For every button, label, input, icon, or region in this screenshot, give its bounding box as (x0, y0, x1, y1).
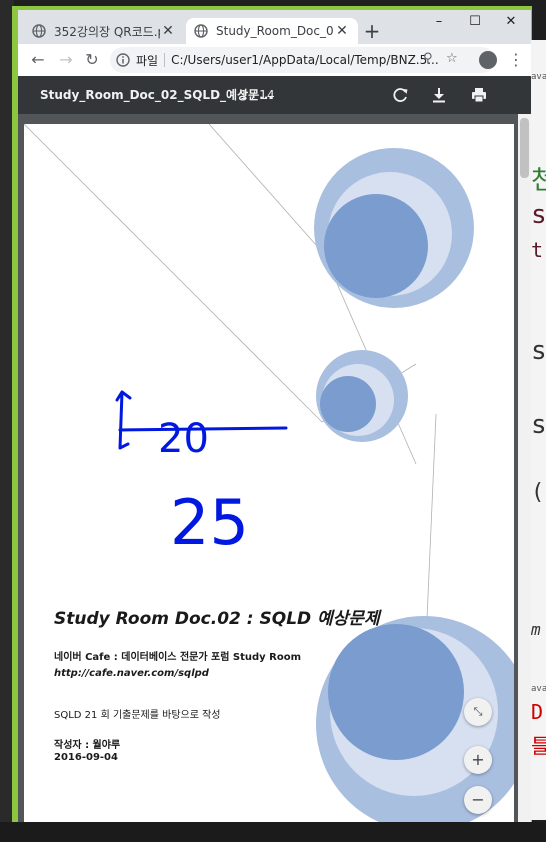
document-title: Study Room Doc.02 : SQLD 예상문제 (54, 609, 380, 629)
document-note: SQLD 21 회 기출문제를 바탕으로 작성 (54, 710, 221, 721)
tab-title: Study_Room_Doc_02_SQLD (216, 24, 334, 38)
deco-line (24, 124, 323, 423)
new-tab-button[interactable]: + (360, 19, 384, 43)
deco-line (208, 124, 325, 255)
document-link[interactable]: http://cafe.naver.com/sqlpd (54, 668, 209, 679)
bg-fragment: ava (531, 684, 546, 694)
rotate-icon[interactable] (391, 85, 411, 105)
document-date: 2016-09-04 (54, 752, 118, 763)
taskbar (0, 822, 546, 842)
globe-icon (194, 24, 208, 38)
deco-circle (324, 194, 428, 298)
ink-bracket-stroke (115, 390, 132, 450)
reload-button[interactable]: ↻ (80, 48, 104, 72)
document-subtitle: 네이버 Cafe : 데이터베이스 전문가 포럼 Study Room (54, 652, 302, 663)
bg-fragment: t (531, 238, 544, 262)
bg-fragment: su (531, 200, 546, 230)
ink-annotation: 20 25 (115, 390, 288, 559)
address-url: C:/Users/user1/AppData/Local/Temp/BNZ.5.… (171, 53, 439, 67)
profile-avatar[interactable] (479, 51, 497, 69)
zoom-in-button[interactable]: + (464, 746, 492, 774)
bookmark-star-icon[interactable]: ☆ (446, 51, 458, 66)
print-icon[interactable] (469, 85, 489, 105)
scrollbar-thumb[interactable] (520, 118, 529, 178)
address-bar[interactable]: 파일 C:/Users/user1/AppData/Local/Temp/BNZ… (110, 47, 495, 73)
close-window-button[interactable]: ✕ (496, 12, 526, 32)
document-author: 작성자 : 월야루 (54, 740, 121, 751)
maximize-button[interactable]: ☐ (460, 12, 490, 32)
bg-fragment: 틀 (531, 734, 546, 758)
deco-circle (320, 376, 376, 432)
tab-qr-pdf[interactable]: 352강의장 QR코드.pdf ✕ (24, 18, 184, 44)
tab-close-icon[interactable]: ✕ (160, 23, 176, 39)
fit-to-page-button[interactable]: ⤡ (464, 698, 492, 726)
bg-fragment: st (531, 336, 546, 366)
bg-fragment: m (531, 620, 541, 639)
zoom-out-button[interactable]: − (464, 786, 492, 814)
pdf-page-indicator[interactable]: 1 / 14 (240, 76, 275, 114)
pdf-scrollbar[interactable] (518, 114, 531, 822)
forward-button[interactable]: → (54, 48, 78, 72)
browser-toolbar: ← → ↻ 파일 C:/Users/user1/AppData/Local/Te… (18, 44, 531, 76)
struck-number-annotation: 20 (158, 416, 209, 462)
bg-fragment: 천 (531, 166, 546, 196)
pdf-toolbar: Study_Room_Doc_02_SQLD_예상문... 1 / 14 (18, 76, 531, 114)
address-separator (164, 53, 166, 67)
back-button[interactable]: ← (26, 48, 50, 72)
tab-title: 352강의장 QR코드.pdf (54, 24, 160, 39)
minimize-button[interactable]: – (424, 12, 454, 32)
bg-fragment: ava (531, 72, 546, 82)
new-number-annotation: 25 (170, 486, 249, 559)
info-icon[interactable] (116, 53, 130, 67)
tab-strip: 352강의장 QR코드.pdf ✕ Study_Room_Doc_02_SQLD… (18, 10, 531, 44)
pdf-page: Study Room Doc.02 : SQLD 예상문제 네이버 Cafe :… (24, 124, 514, 822)
address-scheme-label: 파일 (136, 53, 159, 68)
background-editor-window: ava 천 su t st su (r m ava D 틀 (531, 40, 546, 820)
globe-icon (32, 24, 46, 38)
bg-fragment: (r (531, 480, 546, 505)
menu-kebab-icon[interactable]: ⋮ (508, 48, 524, 72)
browser-window: 352강의장 QR코드.pdf ✕ Study_Room_Doc_02_SQLD… (18, 10, 531, 822)
bg-fragment: D (531, 700, 544, 724)
deco-circle (328, 624, 464, 760)
pdf-viewport[interactable]: Study Room Doc.02 : SQLD 예상문제 네이버 Cafe :… (18, 114, 531, 822)
pdf-file-title: Study_Room_Doc_02_SQLD_예상문... (40, 88, 273, 102)
tab-close-icon[interactable]: ✕ (334, 23, 350, 39)
zoom-icon[interactable]: ⚲ (423, 51, 433, 66)
tab-study-room[interactable]: Study_Room_Doc_02_SQLD ✕ (186, 18, 358, 44)
download-icon[interactable] (429, 85, 449, 105)
bg-fragment: su (531, 410, 546, 440)
